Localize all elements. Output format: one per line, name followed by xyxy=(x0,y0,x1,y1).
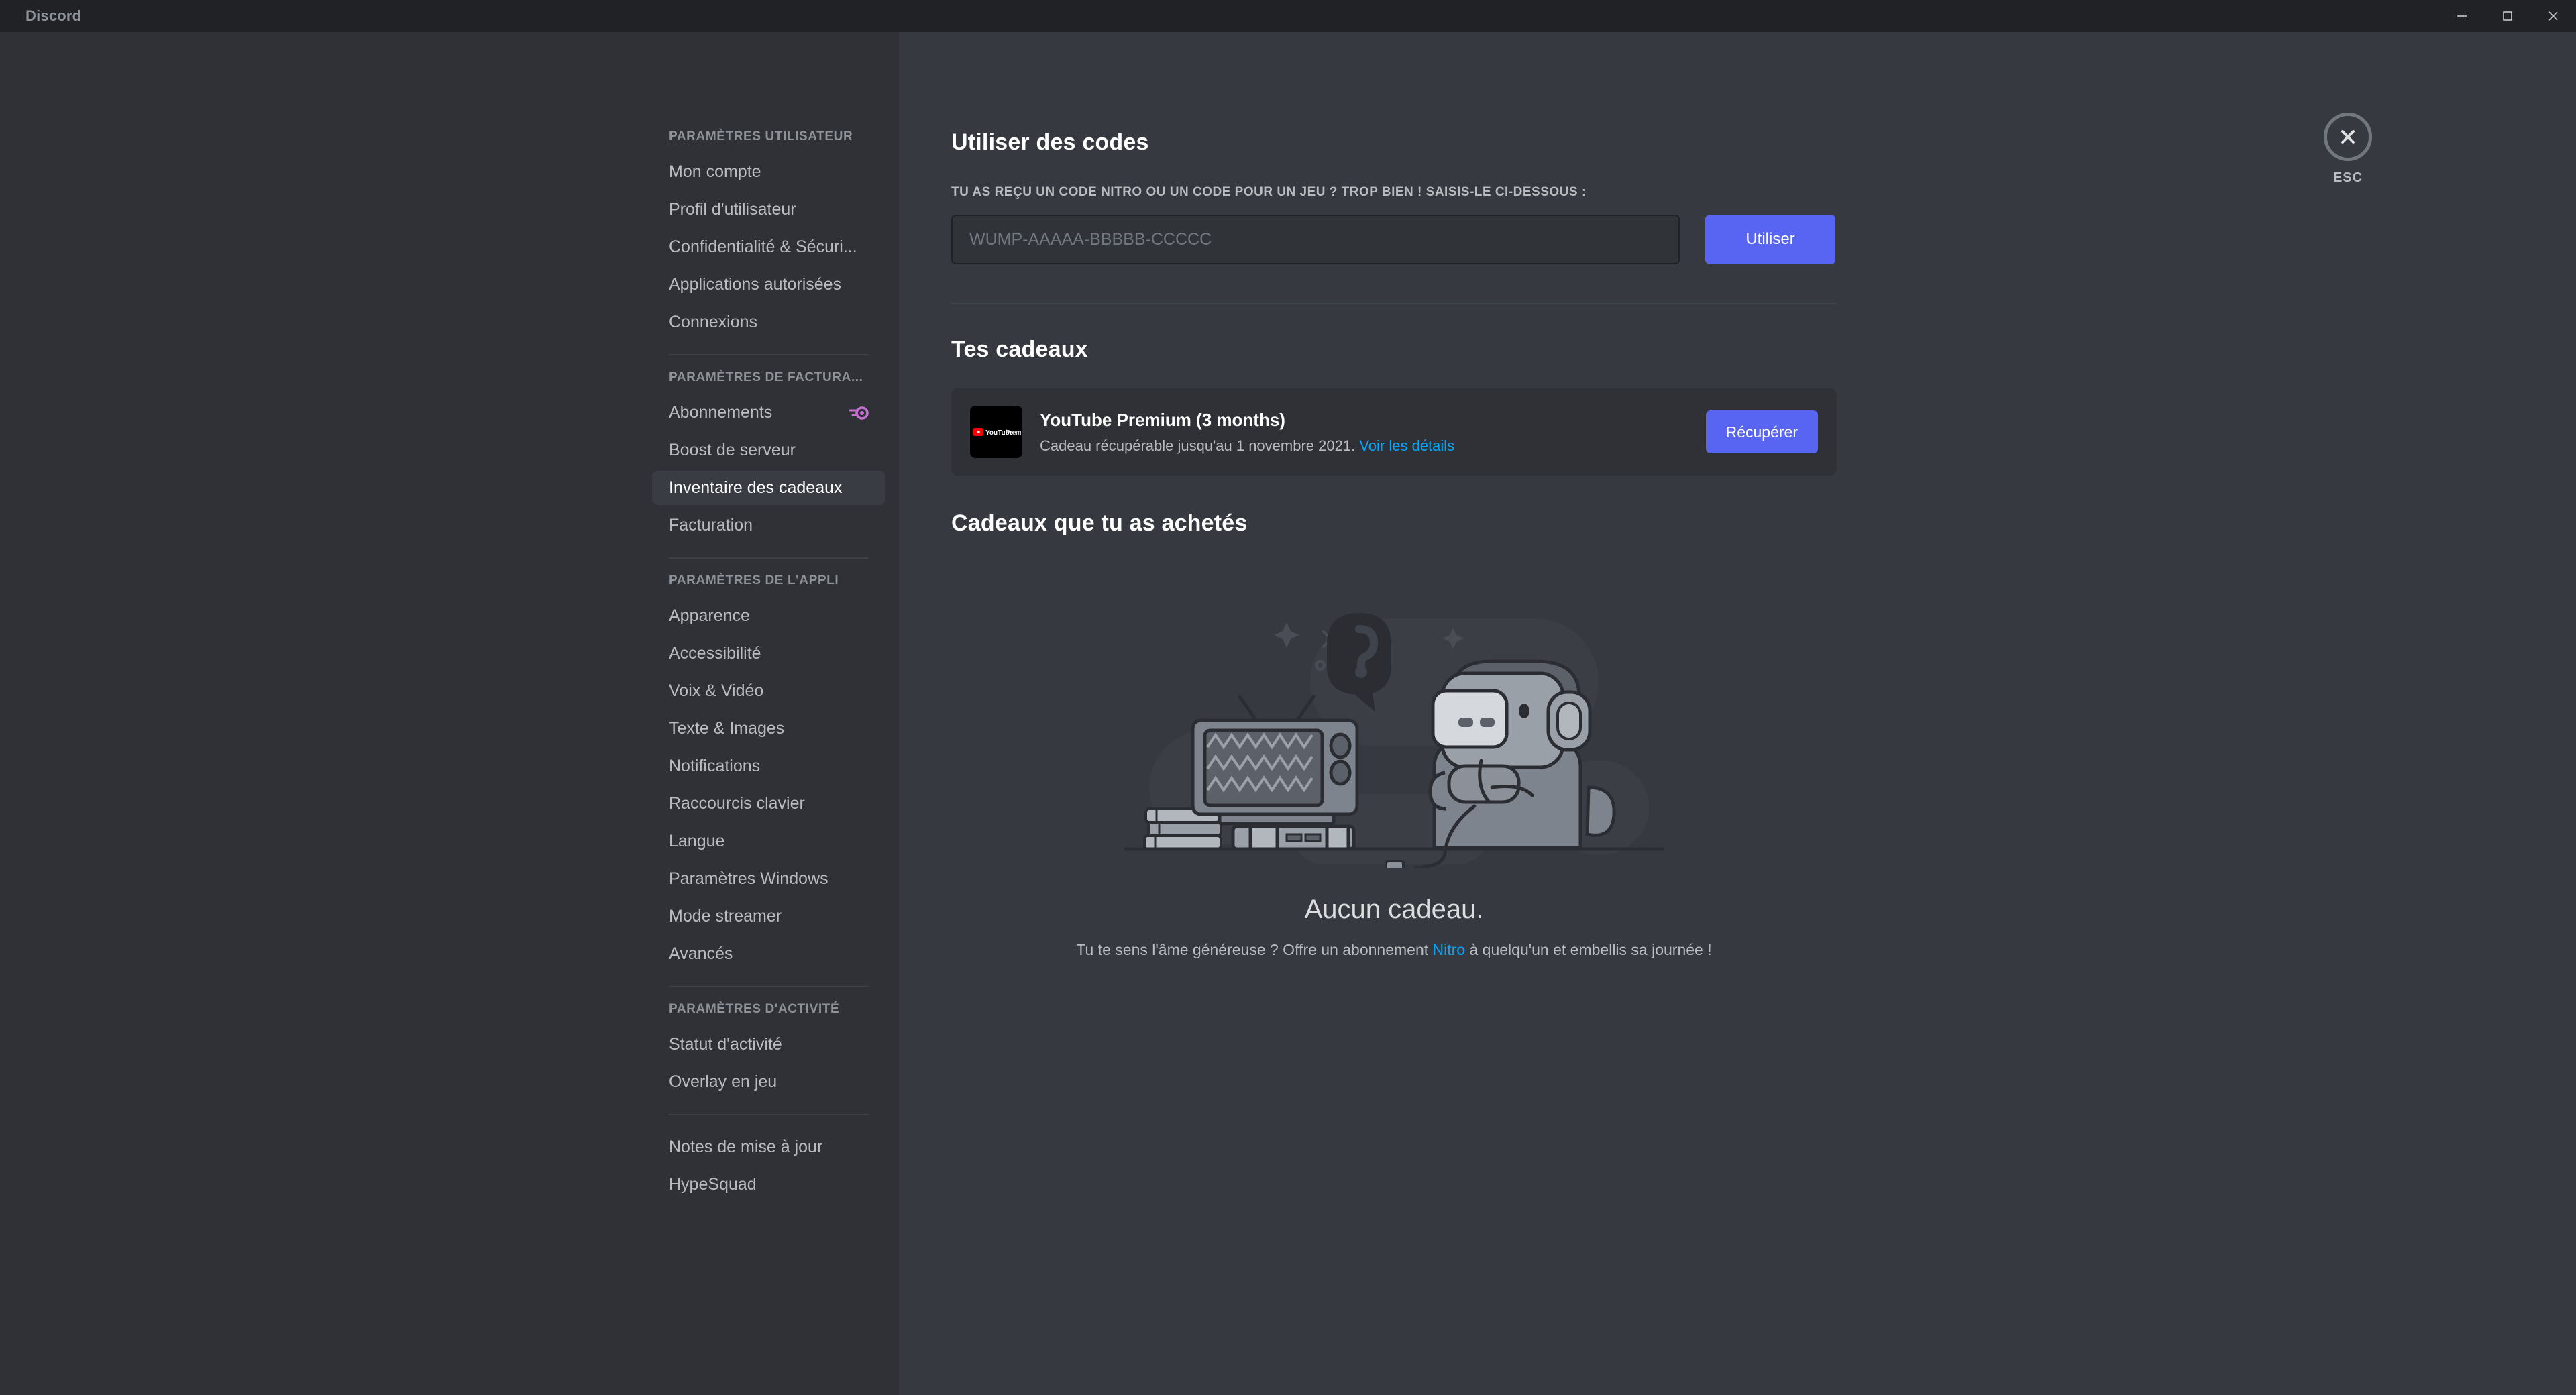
sidebar-item-label: Mode streamer xyxy=(669,907,869,926)
gift-expiry-text: Cadeau récupérable jusqu'au 1 novembre 2… xyxy=(1040,437,1688,455)
empty-state-title: Aucun cadeau. xyxy=(1305,895,1484,925)
youtube-premium-thumbnail-icon: YouTubePremium xyxy=(970,406,1022,458)
empty-sub-text-before: Tu te sens l'âme généreuse ? Offre un ab… xyxy=(1076,941,1432,958)
settings-sidebar-region: PARAMÈTRES UTILISATEUR Mon compte Profil d… xyxy=(0,32,899,1395)
sidebar-item-hypesquad[interactable]: HypeSquad xyxy=(652,1168,885,1202)
sidebar-item-notifications[interactable]: Notifications xyxy=(652,749,885,783)
sidebar-item-label: Profil d'utilisateur xyxy=(669,200,869,219)
sidebar-divider xyxy=(669,354,869,355)
sidebar-item-label: Boost de serveur xyxy=(669,441,869,460)
sidebar-item-applications-autorisees[interactable]: Applications autorisées xyxy=(652,268,885,302)
sidebar-item-avances[interactable]: Avancés xyxy=(652,937,885,971)
nitro-boost-icon xyxy=(849,406,869,421)
minimize-button[interactable] xyxy=(2439,0,2485,32)
close-window-button[interactable] xyxy=(2530,0,2576,32)
redeem-code-row: Utiliser xyxy=(951,215,1838,264)
sidebar-divider xyxy=(669,1114,869,1115)
sidebar-item-connexions[interactable]: Connexions xyxy=(652,305,885,339)
sidebar-item-label: Avancés xyxy=(669,944,869,964)
gift-expiry-label: Cadeau récupérable jusqu'au 1 novembre 2… xyxy=(1040,437,1355,454)
sidebar-item-facturation[interactable]: Facturation xyxy=(652,508,885,543)
sidebar-item-label: Connexions xyxy=(669,313,869,332)
sidebar-divider xyxy=(669,557,869,559)
purchased-gifts-title: Cadeaux que tu as achetés xyxy=(951,510,1838,537)
sidebar-item-accessibilite[interactable]: Accessibilité xyxy=(652,636,885,671)
close-settings-button[interactable]: ESC xyxy=(2308,113,2388,186)
sidebar-group-header: PARAMÈTRES DE L'APPLI xyxy=(652,573,885,588)
sidebar-item-boost-de-serveur[interactable]: Boost de serveur xyxy=(652,433,885,467)
sidebar-item-label: Texte & Images xyxy=(669,719,869,738)
sidebar-item-inventaire-des-cadeaux[interactable]: Inventaire des cadeaux xyxy=(652,471,885,505)
sidebar-item-voix-video[interactable]: Voix & Vidéo xyxy=(652,674,885,708)
redeem-codes-title: Utiliser des codes xyxy=(951,129,1838,156)
empty-sub-text-after: à quelqu'un et embellis sa journée ! xyxy=(1465,941,1712,958)
window-controls xyxy=(2439,0,2576,32)
sidebar-item-langue[interactable]: Langue xyxy=(652,824,885,858)
sidebar-group-header: PARAMÈTRES D'ACTIVITÉ xyxy=(652,1002,885,1017)
svg-text:Premium: Premium xyxy=(1006,429,1021,437)
sidebar-item-label: Raccourcis clavier xyxy=(669,794,869,814)
sidebar-item-label: Inventaire des cadeaux xyxy=(669,478,869,498)
sidebar-item-label: Overlay en jeu xyxy=(669,1072,869,1092)
sidebar-item-profil-d-utilisateur[interactable]: Profil d'utilisateur xyxy=(652,192,885,227)
sidebar-item-label: Statut d'activité xyxy=(669,1035,869,1054)
sidebar-item-notes-de-mise-a-jour[interactable]: Notes de mise à jour xyxy=(652,1130,885,1164)
sidebar-item-statut-d-activite[interactable]: Statut d'activité xyxy=(652,1027,885,1062)
empty-state-subtitle: Tu te sens l'âme généreuse ? Offre un ab… xyxy=(1076,941,1711,959)
sidebar-item-mon-compte[interactable]: Mon compte xyxy=(652,155,885,189)
your-gifts-list: YouTubePremium YouTube Premium (3 months)… xyxy=(951,388,1838,476)
section-divider xyxy=(951,303,1837,304)
sidebar-group-header: PARAMÈTRES UTILISATEUR xyxy=(652,129,885,144)
sidebar-item-label: Accessibilité xyxy=(669,644,869,663)
sidebar-item-abonnements[interactable]: Abonnements xyxy=(652,396,885,430)
sidebar-item-label: Applications autorisées xyxy=(669,275,869,294)
redeem-code-input[interactable] xyxy=(951,215,1680,264)
sidebar-item-label: Paramètres Windows xyxy=(669,869,869,889)
sidebar-item-label: Apparence xyxy=(669,606,869,626)
app-title: Discord xyxy=(25,7,81,25)
sidebar-divider xyxy=(669,986,869,987)
close-x-icon xyxy=(2324,113,2372,161)
gift-name: YouTube Premium (3 months) xyxy=(1040,410,1688,431)
sidebar-item-mode-streamer[interactable]: Mode streamer xyxy=(652,899,885,934)
sidebar-item-label: Facturation xyxy=(669,516,869,535)
redeem-submit-button[interactable]: Utiliser xyxy=(1705,215,1835,264)
settings-main-panel: Utiliser des codes TU AS REÇU UN CODE NI… xyxy=(899,32,2576,1395)
gift-details-link[interactable]: Voir les détails xyxy=(1359,437,1454,454)
esc-label: ESC xyxy=(2333,170,2363,186)
sidebar-item-label: Mon compte xyxy=(669,162,869,182)
sidebar-group-header: PARAMÈTRES DE FACTURA... xyxy=(652,370,885,385)
claim-gift-button[interactable]: Récupérer xyxy=(1706,410,1818,453)
wumpus-watching-tv-illustration xyxy=(1119,593,1669,868)
sidebar-item-label: HypeSquad xyxy=(669,1175,869,1194)
sidebar-item-label: Abonnements xyxy=(669,403,842,423)
your-gifts-title: Tes cadeaux xyxy=(951,337,1838,363)
maximize-button[interactable] xyxy=(2485,0,2530,32)
redeem-codes-label: TU AS REÇU UN CODE NITRO OU UN CODE POUR… xyxy=(951,185,1838,200)
purchased-gifts-empty-state: Aucun cadeau. Tu te sens l'âme généreuse… xyxy=(951,593,1837,959)
sidebar-item-apparence[interactable]: Apparence xyxy=(652,599,885,633)
settings-sidebar: PARAMÈTRES UTILISATEUR Mon compte Profil d… xyxy=(652,32,899,1395)
gift-info: YouTube Premium (3 months) Cadeau récupér… xyxy=(1040,410,1688,455)
sidebar-item-confidentialite-securi[interactable]: Confidentialité & Sécuri... xyxy=(652,230,885,264)
sidebar-item-label: Notifications xyxy=(669,757,869,776)
sidebar-item-parametres-windows[interactable]: Paramètres Windows xyxy=(652,862,885,896)
sidebar-item-label: Confidentialité & Sécuri... xyxy=(669,237,869,257)
sidebar-item-label: Langue xyxy=(669,832,869,851)
sidebar-item-label: Notes de mise à jour xyxy=(669,1137,869,1157)
sidebar-item-raccourcis-clavier[interactable]: Raccourcis clavier xyxy=(652,787,885,821)
gift-card: YouTubePremium YouTube Premium (3 months)… xyxy=(951,388,1837,476)
nitro-link[interactable]: Nitro xyxy=(1433,941,1466,958)
sidebar-item-overlay-en-jeu[interactable]: Overlay en jeu xyxy=(652,1065,885,1099)
sidebar-item-texte-images[interactable]: Texte & Images xyxy=(652,712,885,746)
window-titlebar: Discord xyxy=(0,0,2576,32)
sidebar-item-label: Voix & Vidéo xyxy=(669,681,869,701)
